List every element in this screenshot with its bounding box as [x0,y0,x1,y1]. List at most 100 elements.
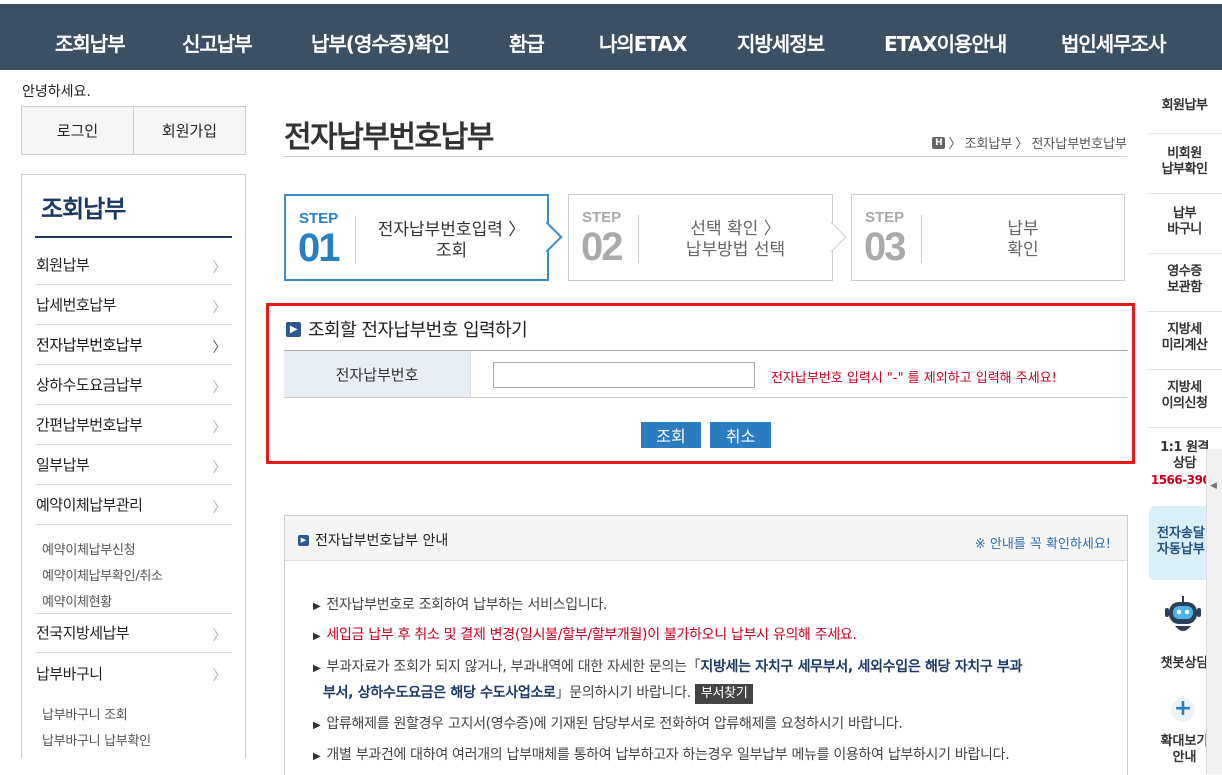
scrollbar[interactable]: ◀ [1206,449,1222,774]
scroll-up-icon[interactable]: ◀ [1210,481,1217,491]
quick-tax-calc[interactable]: 지방세 미리계산 [1147,322,1222,370]
leftnav-item-label: 예약이체납부관리 [36,496,143,514]
leftnav-item-label: 간편납부번호납부 [36,416,143,434]
chevron-right-icon: 〉 [212,628,227,644]
quick-guest-check[interactable]: 비회원 납부확인 [1147,146,1222,194]
guide-line-emphasis: 부서, 상하수도요금은 해당 수도사업소로 [323,685,556,701]
quick-basket[interactable]: 납부 바구니 [1147,206,1222,254]
leftnav-sub-reserve-status[interactable]: 예약이체현황 [35,591,232,614]
chevron-right-icon: 〉 [212,380,227,396]
find-department-button[interactable]: 부서찾기 [694,684,754,704]
leftnav-item-label: 전국지방세납부 [36,624,130,642]
top-navigation: 조회납부 신고납부 납부(영수증)확인 환급 나의ETAX 지방세정보 ETAX… [0,0,1222,70]
arrow-right-icon: ▶ [298,534,309,546]
topnav-etax-guide[interactable]: ETAX이용안내 [884,28,1007,57]
signup-button[interactable]: 회원가입 [134,107,245,154]
leftnav-sub-reserve-apply[interactable]: 예약이체납부신청 [42,539,136,558]
guide-title: ▶ 전자납부번호납부 안내 [298,530,448,550]
leftnav-item-label: 일부납부 [36,456,90,474]
search-button[interactable]: 조회 [641,422,701,448]
guide-title-text: 전자납부번호납부 안내 [315,533,449,549]
leftnav-item-simple-pay[interactable]: 간편납부번호납부 〉 [35,405,232,445]
quick-label: 보관함 [1167,280,1202,295]
plus-icon[interactable]: + [1171,698,1195,722]
cancel-button[interactable]: 취소 [710,422,771,448]
quick-objection[interactable]: 지방세 이의신청 [1147,380,1222,428]
breadcrumb-parent[interactable]: 조회납부 [964,133,1012,152]
topnav-lookup-pay[interactable]: 조회납부 [55,28,126,57]
leftnav-item-basket[interactable]: 납부바구니 〉 [35,653,232,693]
leftnav-item-label: 상하수도요금납부 [36,376,143,394]
quick-label: 납부 [1173,206,1196,221]
topnav-my-etax[interactable]: 나의ETAX [599,28,687,57]
step-description: 선택 확인 〉 납부방법 선택 [649,219,822,261]
guide-line-emphasis: 지방세는 자치구 세무부서, 세외수입은 해당 자치구 부과 [700,659,1023,675]
bullet-icon: ▶ [313,631,321,642]
leftnav-item-member-pay[interactable]: 회원납부 〉 [35,245,232,285]
quick-label: 영수증 [1167,264,1202,279]
quick-label: 납부확인 [1161,162,1208,177]
page-title: 전자납부번호납부 [284,120,494,155]
leftnav-item-water-pay[interactable]: 상하수도요금납부 〉 [35,365,232,405]
guide-line-text: 부과자료가 조회가 되지 않거나, 부과내역에 대한 자세한 문의는「 [326,659,701,675]
step-desc-line: 납부방법 선택 [685,240,786,260]
chevron-right-icon: 〉 [212,260,227,276]
chevron-right-icon: 〉 [212,340,227,356]
step-label: STEP [582,209,622,226]
breadcrumb-separator: 〉 [948,137,962,152]
topnav-refund[interactable]: 환급 [509,28,545,57]
leftnav-item-label: 회원납부 [36,256,90,274]
home-icon[interactable]: H [932,136,946,149]
quick-member-pay[interactable]: 회원납부 [1147,98,1222,134]
guide-line: ▶ 부과자료가 조회가 되지 않거나, 부과내역에 대한 자세한 문의는「지방세는… [313,654,1022,682]
step-separator [921,215,922,263]
step-1: STEP 01 전자납부번호입력 〉 조회 [284,194,549,281]
chatbot-robot-icon[interactable] [1159,592,1207,640]
leftnav-item-national-pay[interactable]: 전국지방세납부 〉 [35,613,232,653]
guide-line: ▶ 개별 부과건에 대하여 여러개의 납부매체를 통하여 납부하고자 하는경우 일… [313,742,1010,770]
form-heading: ▶ 조회할 전자납부번호 입력하기 [286,316,528,342]
leftnav-sub-basket-confirm[interactable]: 납부바구니 납부확인 [42,730,151,749]
epayno-label: 전자납부번호 [284,351,471,397]
guide-line: ▶ 압류해제를 원할경우 고지서(영수증)에 기재된 담당부서로 전화하여 압류해… [313,711,903,739]
step-desc-line: 납부 [1007,219,1039,239]
guide-header: ▶ 전자납부번호납부 안내 ※ 안내를 꼭 확인하세요! [285,516,1127,561]
topnav-corp-audit[interactable]: 법인세무조사 [1061,28,1166,57]
leftnav-sub-basket-view[interactable]: 납부바구니 조회 [42,704,128,723]
greeting-text: 안녕하세요. [22,84,91,100]
step-description: 전자납부번호입력 〉 조회 [366,220,537,262]
topnav-receipt-check[interactable]: 납부(영수증)확인 [311,28,450,57]
leftnav-item-epayno-pay[interactable]: 전자납부번호납부 〉 [35,325,232,365]
guide-line-text: 개별 부과건에 대하여 여러개의 납부매체를 통하여 납부하고자 하는경우 일부… [326,747,1010,763]
guide-line-text: 압류해제를 원할경우 고지서(영수증)에 기재된 담당부서로 전화하여 압류해제… [326,716,903,732]
bullet-icon: ▶ [313,663,321,674]
step-3: STEP 03 납부 확인 [851,194,1125,281]
leftnav-sub-reserve-check[interactable]: 예약이체납부확인/취소 [42,565,163,584]
guide-line: ▶ 세입금 납부 후 취소 및 결제 변경(일시불/할부/할부개월)이 불가하오니… [313,622,857,650]
leftnav-item-taxno-pay[interactable]: 납세번호납부 〉 [35,285,232,325]
step-desc-line: 확인 [1007,240,1039,260]
leftnav-item-partial-pay[interactable]: 일부납부 〉 [35,445,232,485]
bullet-icon: ▶ [313,720,321,731]
guide-line: ▶ 전자납부번호로 조회하여 납부하는 서비스입니다. [313,592,607,620]
guide-line-text: 전자납부번호로 조회하여 납부하는 서비스입니다. [326,597,608,613]
input-warning: 전자납부번호 입력시 "-" 를 제외하고 입력해 주세요! [771,371,1057,386]
topnav-report-pay[interactable]: 신고납부 [182,28,253,57]
login-button[interactable]: 로그인 [22,107,134,154]
topnav-local-tax-info[interactable]: 지방세정보 [737,28,825,57]
step-number: 01 [298,226,340,270]
epayno-input[interactable] [493,362,755,388]
step-desc-line: 전자납부번호입력 〉 [377,220,526,240]
quick-label: 지방세 [1167,380,1202,395]
leftnav-item-reserve-mgmt[interactable]: 예약이체납부관리 〉 [35,485,232,525]
leftnav-title-divider [35,236,232,238]
quick-receipt-box[interactable]: 영수증 보관함 [1147,264,1222,312]
chevron-right-icon: 〉 [212,420,227,436]
arrow-right-icon: ▶ [286,321,301,337]
guide-line-text: 세입금 납부 후 취소 및 결제 변경(일시불/할부/할부개월)이 불가하오니 … [326,627,857,643]
step-number: 03 [864,225,906,269]
step-label: STEP [299,210,339,227]
quick-label: 지방세 [1167,322,1202,337]
chevron-right-icon: 〉 [212,300,227,316]
leftnav-item-label: 전자납부번호납부 [36,336,143,354]
